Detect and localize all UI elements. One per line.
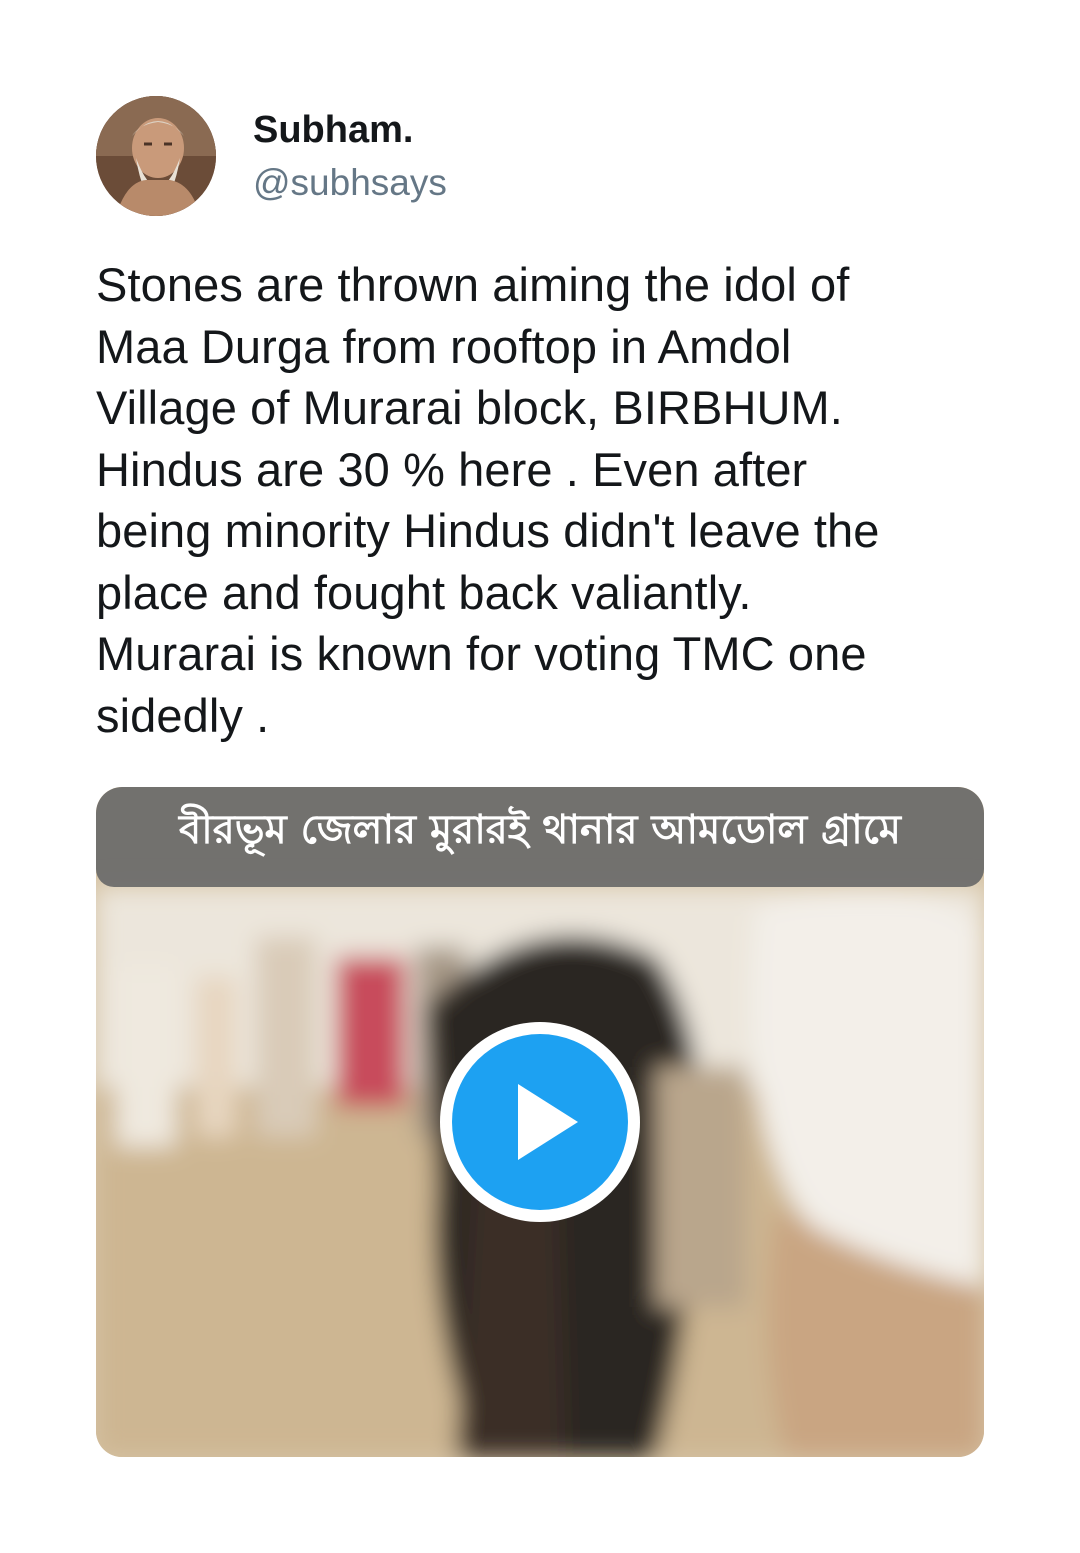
author-handle[interactable]: @subhsays [253, 161, 447, 205]
avatar-image [96, 96, 216, 216]
play-button[interactable] [440, 1022, 640, 1222]
play-icon [518, 1084, 578, 1160]
avatar[interactable] [96, 96, 216, 216]
tweet-text: Stones are thrown aiming the idol of Maa… [96, 258, 880, 742]
author-display-name[interactable]: Subham. [253, 108, 413, 152]
video-caption-overlay: বীরভূম জেলার মুরারই থানার আমডোল গ্রামে [178, 807, 901, 853]
video-player[interactable]: বীরভূম জেলার মুরারই থানার আমডোল গ্রামে [96, 787, 984, 1457]
